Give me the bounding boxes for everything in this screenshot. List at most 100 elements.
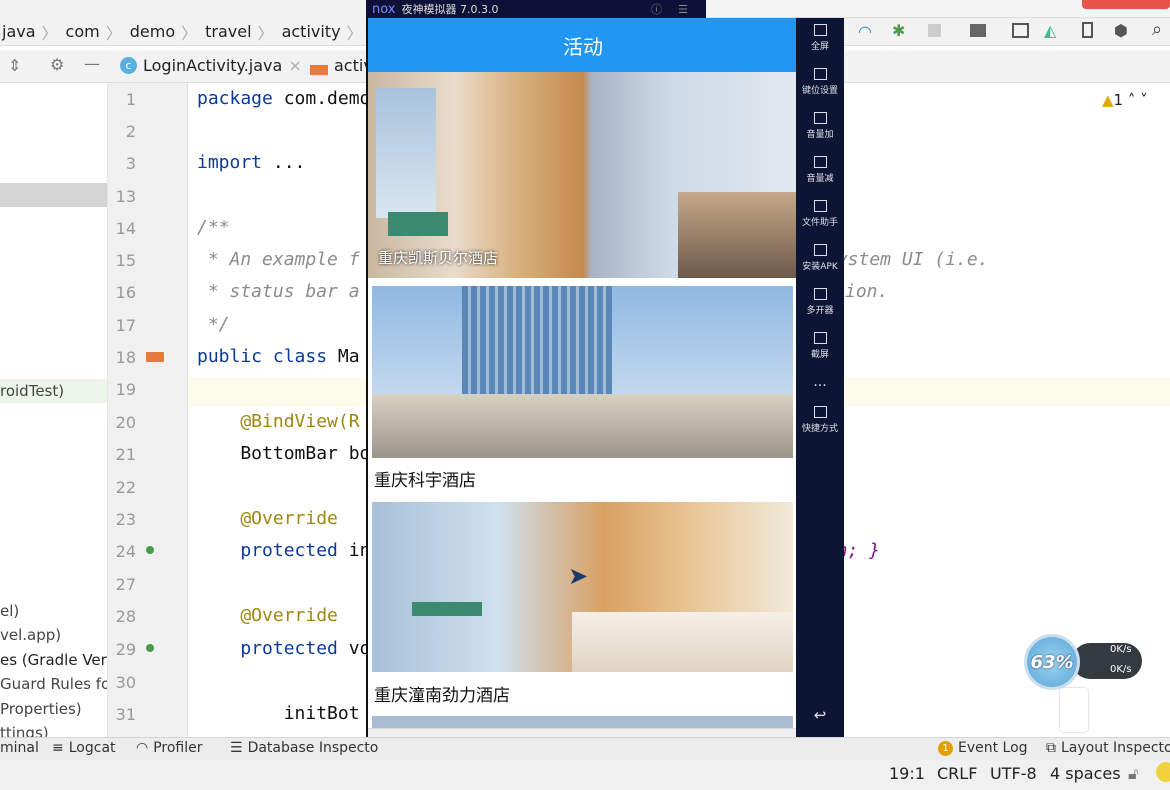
tree-item-selected[interactable] — [0, 183, 107, 207]
line-number: 22 — [115, 478, 136, 497]
line-number: 23 — [115, 510, 136, 529]
code-line[interactable]: */ — [197, 314, 230, 335]
sidebar-shortcut-button[interactable]: 快捷方式 — [796, 406, 844, 434]
code-line[interactable]: * An example f — [197, 249, 360, 270]
sdk-icon[interactable]: ◭ — [1044, 21, 1056, 40]
profiler-icon[interactable]: ◠ — [858, 22, 872, 41]
tab-login-activity[interactable]: c LoginActivity.java × — [120, 56, 302, 75]
breadcrumb-item[interactable]: com — [66, 22, 100, 41]
keymap-icon — [813, 68, 827, 80]
sidebar-label: 截屏 — [810, 350, 829, 360]
app-header: 活动 — [368, 18, 796, 72]
sidebar-more-button[interactable]: ... — [796, 374, 844, 390]
tree-item[interactable]: vel.app) — [0, 623, 107, 647]
tree-item[interactable]: Properties) — [0, 697, 107, 721]
sidebar-fullscreen-button[interactable]: 全屏 — [796, 24, 844, 52]
code-line[interactable]: /** — [197, 217, 230, 238]
hotel-title[interactable]: 重庆潼南劲力酒店 — [374, 681, 510, 706]
record-stop-button[interactable] — [1082, 0, 1170, 9]
collapse-icon[interactable]: ⇕ — [8, 56, 21, 75]
avd-icon[interactable] — [1082, 22, 1093, 38]
gear-icon[interactable]: ⚙ — [50, 55, 64, 74]
code-line[interactable]: BottomBar bo — [197, 443, 370, 464]
stop-icon[interactable] — [928, 24, 941, 37]
logcat-tab[interactable]: ≡ Logcat — [52, 740, 116, 756]
hotel-image[interactable] — [372, 716, 793, 728]
project-structure-icon[interactable] — [970, 24, 986, 37]
code-line[interactable]: @BindView(R — [197, 411, 359, 432]
device-manager-icon[interactable] — [1012, 23, 1029, 38]
search-icon[interactable]: ⌕ — [1152, 19, 1162, 40]
sidebar-label: 多开器 — [806, 306, 834, 316]
hotel-title[interactable]: 重庆科宇酒店 — [374, 466, 476, 491]
menu-icon[interactable]: ☰ — [678, 3, 688, 16]
code-line[interactable]: initBot — [197, 703, 360, 724]
code-line[interactable]: * status bar a — [197, 281, 360, 302]
volume-up-icon — [813, 112, 827, 124]
code-line[interactable]: protected in — [197, 540, 370, 561]
warning-count[interactable]: ▲1 ˄ ˅ — [1102, 91, 1148, 109]
sidebar-multi-instance-button[interactable]: 多开器 — [796, 288, 844, 316]
close-icon[interactable]: × — [288, 56, 301, 75]
code-line[interactable]: protected vo — [197, 638, 370, 659]
debug-icon[interactable]: ✱ — [892, 21, 905, 40]
layout-inspector-tab[interactable]: ⧉ Layout Inspecto — [1046, 740, 1170, 756]
volume-down-icon — [813, 156, 827, 168]
sidebar-label: 全屏 — [810, 42, 829, 52]
line-number: 24 — [115, 542, 136, 561]
banner-image[interactable]: 重庆凯斯贝尔酒店 — [368, 72, 796, 278]
sidebar-install-apk-button[interactable]: 安装APK — [796, 244, 844, 272]
hotel-image[interactable] — [372, 286, 793, 458]
sidebar-keymap-button[interactable]: 键位设置 — [796, 68, 844, 96]
lock-icon[interactable]: 🔓︎ — [1128, 764, 1138, 784]
file-encoding[interactable]: UTF-8 — [990, 764, 1037, 783]
code-line[interactable]: @Override — [197, 508, 338, 529]
sync-icon[interactable]: ⬢ — [1114, 21, 1128, 40]
back-button[interactable]: ↩ — [796, 706, 844, 724]
profiler-tab[interactable]: ◠ Profiler — [136, 740, 203, 756]
caret-position[interactable]: 19:1 — [889, 764, 925, 783]
sidebar-screenshot-button[interactable]: 截屏 — [796, 332, 844, 360]
indent-setting[interactable]: 4 spaces — [1050, 764, 1121, 783]
tree-item[interactable]: roidTest) — [0, 379, 107, 403]
tree-item[interactable]: el) — [0, 599, 107, 623]
code-line[interactable]: package com.demo — [197, 88, 370, 109]
hotel-image[interactable]: ➤ — [372, 502, 793, 672]
line-number: 3 — [125, 154, 136, 173]
code-line[interactable]: @Override — [197, 605, 338, 626]
sidebar-label: 文件助手 — [801, 218, 838, 228]
install-apk-icon — [813, 244, 827, 256]
database-inspector-tab[interactable]: ☰ Database Inspecto — [230, 740, 378, 756]
code-line-continuation[interactable]: system UI (i.e. — [826, 249, 989, 270]
code-line-continuation[interactable]: ion. — [845, 281, 888, 302]
line-separator[interactable]: CRLF — [937, 764, 977, 783]
help-icon[interactable]: ⓘ — [651, 1, 662, 17]
layout-marker-icon[interactable] — [146, 352, 164, 362]
project-panel: roidTest) el) vel.app) es (Gradle Versi … — [0, 83, 108, 737]
line-number: 28 — [115, 607, 136, 626]
sidebar-file-assistant-button[interactable]: 文件助手 — [796, 200, 844, 228]
tree-item[interactable]: ttings) — [0, 721, 107, 737]
breadcrumb-item[interactable]: travel — [205, 22, 251, 41]
event-log-tab[interactable]: 1 Event Log — [938, 740, 1028, 756]
tree-item[interactable]: es (Gradle Versi — [0, 648, 107, 672]
breadcrumb-item[interactable]: activity — [282, 22, 341, 41]
override-marker-icon[interactable] — [146, 644, 154, 652]
feedback-icon[interactable] — [1156, 762, 1170, 782]
line-number: 19 — [115, 380, 136, 399]
tree-item[interactable]: Guard Rules for — [0, 672, 107, 696]
sidebar-volume-up-button[interactable]: 音量加 — [796, 112, 844, 140]
speed-widget[interactable]: 0K/s 0K/s 63% — [1024, 634, 1142, 690]
download-speed: 0K/s — [1110, 664, 1132, 675]
terminal-tab[interactable]: minal — [0, 740, 39, 756]
multi-instance-icon — [813, 288, 827, 300]
breadcrumb-item[interactable]: java — [2, 22, 36, 41]
code-line[interactable]: public class Ma — [197, 346, 360, 367]
minimize-icon[interactable]: — — [84, 54, 100, 73]
code-line[interactable]: import ... — [197, 152, 305, 173]
breadcrumb-item[interactable]: demo — [130, 22, 175, 41]
sidebar-volume-down-button[interactable]: 音量减 — [796, 156, 844, 184]
tab-layout[interactable]: activ — [310, 56, 373, 75]
override-marker-icon[interactable] — [146, 546, 154, 554]
line-number: 16 — [115, 283, 136, 302]
